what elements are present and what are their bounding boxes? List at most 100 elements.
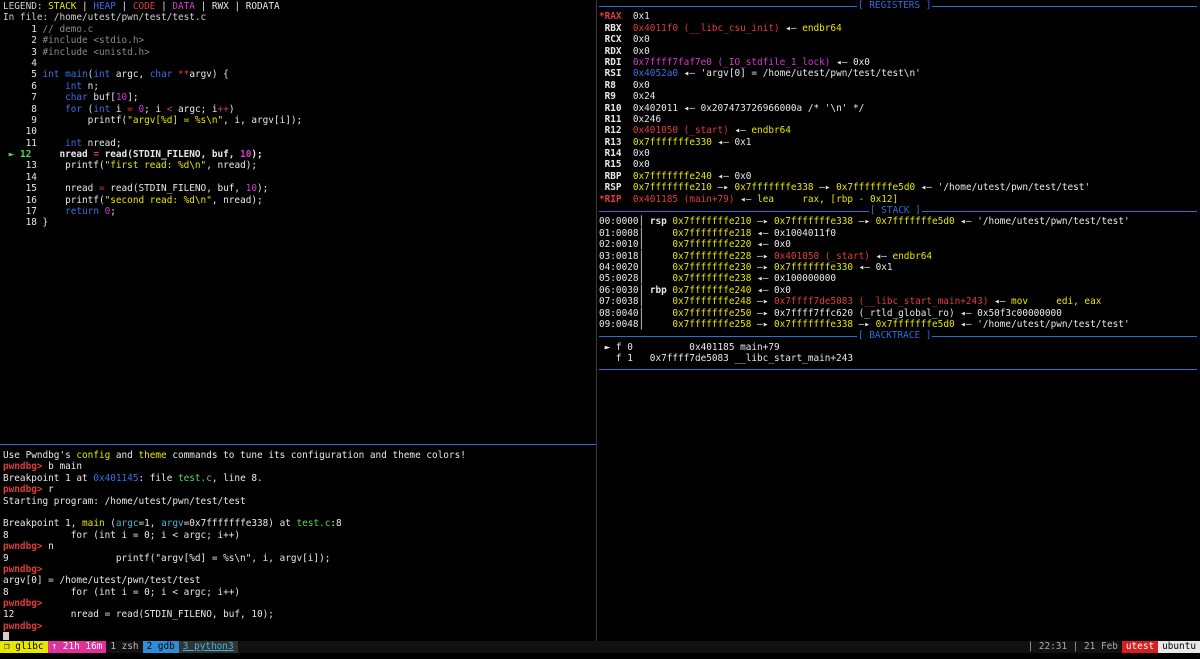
stack-row-seg: 00:0000│ — [599, 216, 650, 228]
stack-row-seg: 0x7fffffffe238 — [672, 273, 752, 285]
console-line-seg: Starting program: /home/utest/pwn/test/t… — [3, 495, 246, 507]
register-row-seg: RSP — [599, 182, 633, 194]
legend-item-seg: DATA — [172, 1, 195, 12]
source-line-seg: , nread); — [206, 160, 258, 172]
window-python3[interactable]: 3 python3 — [178, 641, 238, 653]
legend-item-seg: | RODATA — [228, 1, 280, 12]
console-line-seg: , line 8. — [211, 472, 263, 484]
gdb-console[interactable]: Use Pwndbg's config and theme commands t… — [3, 450, 593, 640]
console-line-seg: :8 — [330, 518, 342, 530]
source-line-seg: buf[ — [93, 92, 116, 104]
source-line-seg: 14 — [3, 171, 37, 183]
console-line-seg: config — [76, 450, 111, 461]
source-line-seg: ]; — [127, 92, 139, 104]
register-row-seg: endbr64 — [802, 22, 842, 34]
legend-item-seg: STACK — [48, 1, 77, 12]
console-line-seg: pwndbg> — [3, 541, 49, 553]
register-row-seg: 0x0 — [632, 159, 650, 171]
session-name[interactable]: ❐ glibc — [0, 641, 48, 653]
legend-item-seg: RWX — [211, 1, 229, 12]
console-line-seg: 0x401145 — [93, 472, 139, 484]
stack-row-seg: 06:0030│ — [599, 284, 650, 296]
console-line: pwndbg> n — [3, 541, 593, 552]
source-line-seg: #include <unistd.h> — [42, 46, 150, 58]
source-line-seg: main — [65, 69, 88, 81]
register-row-seg: *RIP — [599, 193, 633, 205]
stack-row: 09:0048│ 0x7fffffffe258 —▸ 0x7fffffffe33… — [599, 319, 1197, 330]
legend-line: LEGEND: STACK | HEAP | CODE | DATA | RWX… — [3, 1, 593, 12]
stack-row-seg: mov edi, eax — [1011, 296, 1102, 308]
console-line-seg: n — [48, 541, 54, 553]
source-line-seg: ) — [228, 103, 235, 115]
source-line-seg: i — [115, 103, 128, 115]
backtrace-frame: ► f 0 0x401185 main+79 — [599, 342, 1197, 353]
stack-row-seg: 07:0038│ — [599, 296, 673, 308]
console-line-seg: pwndbg> — [3, 598, 43, 610]
stack-title: [ STACK ] — [869, 205, 922, 217]
source-pane: LEGEND: STACK | HEAP | CODE | DATA | RWX… — [3, 1, 593, 441]
console-line-seg: commands to tune its configuration and t… — [166, 450, 466, 461]
register-row-seg: 0x1 — [632, 11, 650, 23]
register-row: R12 0x401050 (_start) ◂— endbr64 — [599, 125, 1197, 136]
console-line: argv[0] = /home/utest/pwn/test/test — [3, 575, 593, 586]
stack-row: 04:0020│ 0x7fffffffe230 —▸ 0x7fffffffe33… — [599, 262, 1197, 273]
stack-row-seg: 08:0040│ — [599, 307, 673, 319]
backtrace-title: [ BACKTRACE ] — [857, 330, 933, 342]
stack-row-seg: 0x7fffffffe5d0 — [875, 318, 955, 330]
horizontal-divider[interactable] — [0, 444, 596, 445]
vertical-divider[interactable] — [596, 0, 597, 641]
window-gdb[interactable]: 2 gdb — [142, 641, 179, 653]
register-row-seg: R11 — [599, 113, 633, 125]
console-cursor-line[interactable] — [3, 632, 593, 640]
source-line-seg: "second read: %d\n" — [104, 194, 212, 206]
register-row-seg: ◂— 0x0 — [711, 170, 752, 182]
legend-items: STACK | HEAP | CODE | DATA | RWX | RODAT… — [48, 1, 279, 12]
console-line-seg: main — [82, 518, 105, 530]
stack-row-seg: rbp — [649, 284, 673, 296]
source-line-seg: int — [93, 69, 116, 81]
register-row-seg: RBX — [599, 22, 633, 34]
register-row-seg: 0x7fffffffe338 — [734, 182, 814, 194]
register-row-seg: ◂— 0x1 — [711, 136, 752, 148]
source-line-seg: 10 — [245, 183, 258, 195]
source-line-seg: 7 — [3, 92, 66, 104]
console-line-seg: theme — [138, 450, 167, 461]
source-line-seg: ► — [3, 149, 20, 161]
console-output: Use Pwndbg's config and theme commands t… — [3, 450, 593, 632]
register-row: R15 0x0 — [599, 159, 1197, 170]
source-line-seg: 12 — [19, 149, 60, 161]
source-line: 11 int nread; — [3, 138, 593, 149]
console-line-seg: =0x7fffffffe338) at — [183, 518, 297, 530]
source-line-seg: 18 } — [3, 217, 49, 229]
console-line: pwndbg> — [3, 621, 593, 632]
register-row-seg: ◂— 'argv[0] = /home/utest/pwn/test/test\… — [678, 68, 921, 80]
stack-row-seg: 09:0048│ — [599, 318, 673, 330]
register-row-seg: R14 — [599, 148, 633, 160]
stack-row-seg: 02:0010│ — [599, 239, 673, 251]
backtrace-header: [ BACKTRACE ] — [599, 330, 1197, 342]
source-line-seg: int — [42, 69, 66, 81]
source-line-seg: ; — [110, 206, 116, 218]
source-line-seg: ; i — [144, 103, 167, 115]
context-pane: [ REGISTERS ] *RAX 0x1 RBX 0x4011f0 (__l… — [599, 0, 1197, 640]
register-row-seg: 0x0 — [632, 148, 650, 160]
source-line: 17 return 0; — [3, 206, 593, 217]
source-line: 16 printf("second read: %d\n", nread); — [3, 195, 593, 206]
register-row: RBP 0x7fffffffe240 ◂— 0x0 — [599, 171, 1197, 182]
console-line-seg: ( — [104, 518, 116, 530]
stack-row-seg: —▸ — [751, 296, 774, 308]
stack-row-seg: 0x7fffffffe5d0 — [875, 216, 955, 228]
stack-row-seg: 0x401050 (_start) — [773, 250, 870, 262]
stack-row-seg: —▸ — [751, 250, 774, 262]
source-line-seg: // demo.c — [42, 23, 94, 35]
host-name: ubuntu — [1158, 641, 1200, 653]
register-row-seg: ◂— — [779, 22, 803, 34]
source-line-seg: "first read: %d\n" — [104, 160, 207, 172]
register-row-seg: 0x402011 ◂— 0x207473726966000a /* '\n' *… — [632, 102, 865, 114]
register-row-seg: 0x7fffffffe210 — [632, 182, 712, 194]
console-line-seg: pwndbg> — [3, 484, 49, 496]
stack-row-seg: 0x7fffffffe230 — [672, 261, 752, 273]
window-zsh[interactable]: 1 zsh — [106, 641, 142, 653]
stack-row-seg: —▸ — [853, 216, 876, 228]
source-line-seg: 10 — [3, 126, 37, 138]
